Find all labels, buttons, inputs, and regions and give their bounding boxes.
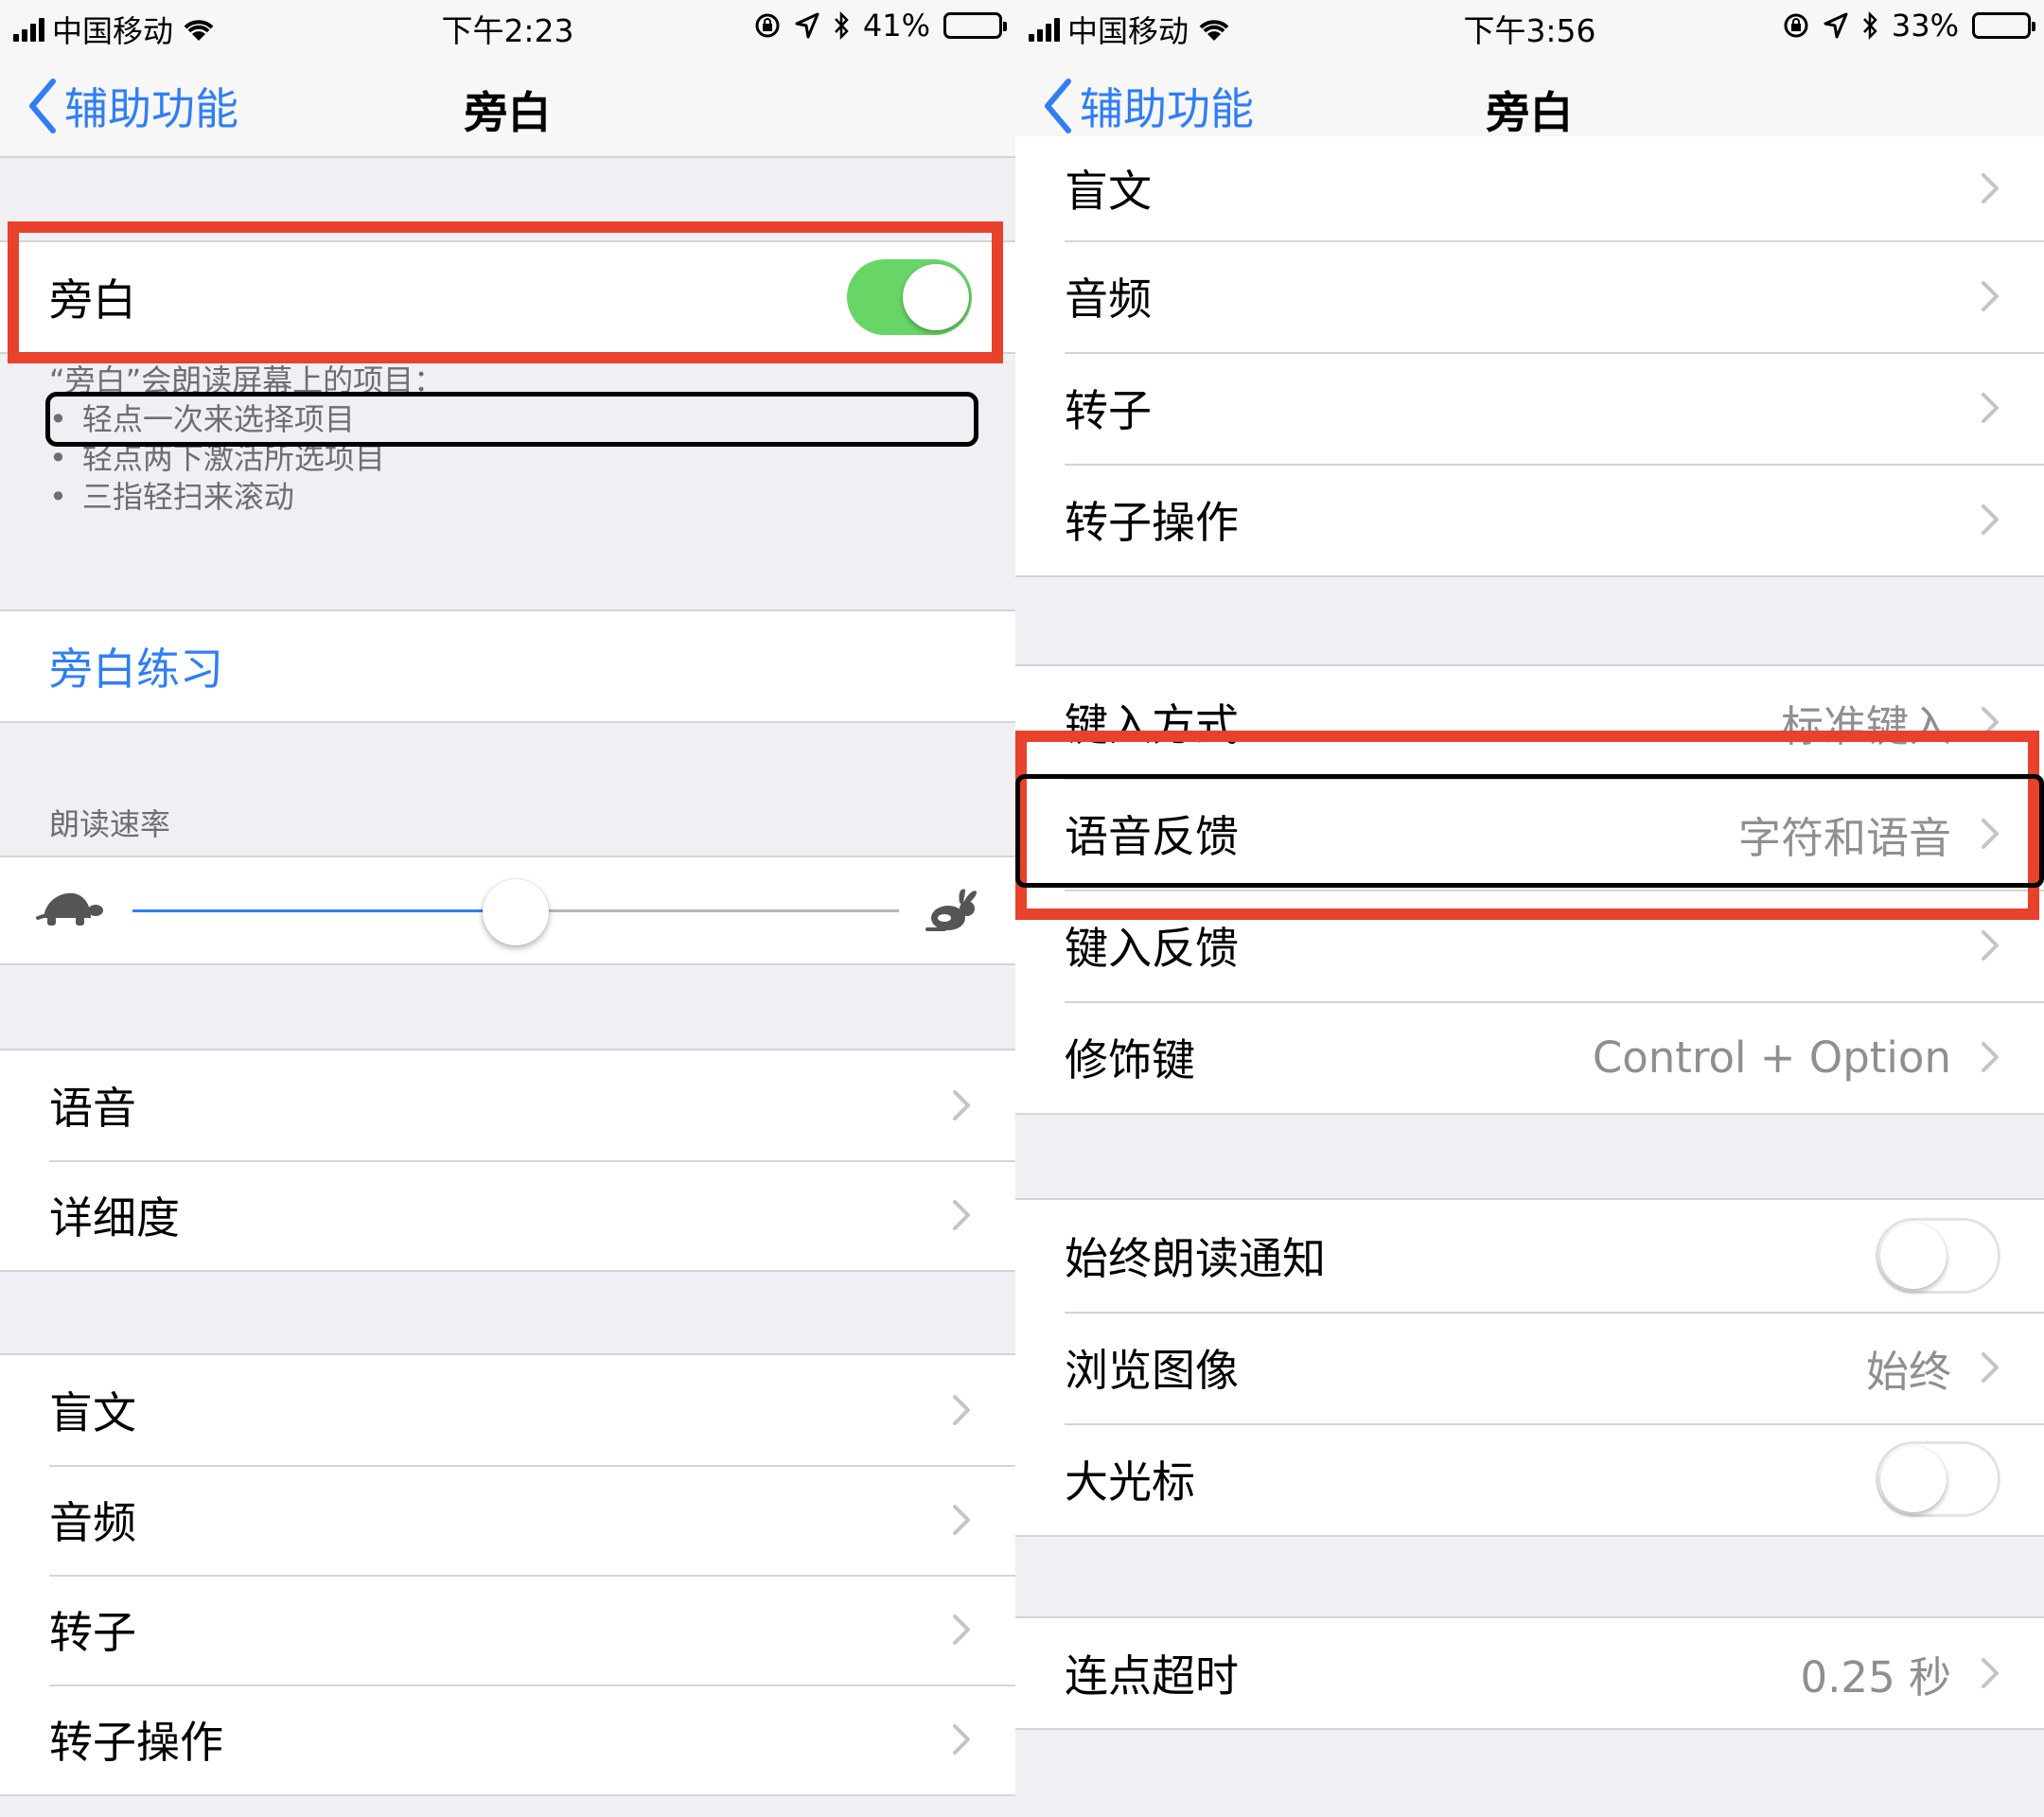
footer-intro: “旁白”会朗读屏幕上的项目： (49, 362, 445, 398)
voiceover-description: “旁白”会朗读屏幕上的项目： 轻点一次来选择项目 轻点两下激活所选项目 三指轻扫… (49, 362, 978, 517)
voiceover-toggle[interactable] (847, 259, 972, 335)
footer-bullet: 轻点两下激活所选项目 (49, 439, 978, 478)
typing-feedback-cell[interactable]: 键入反馈 (1015, 890, 2044, 1001)
notifications-toggle[interactable] (1876, 1218, 2000, 1294)
double-tap-timeout-cell[interactable]: 连点超时 0.25 秒 (1015, 1618, 2044, 1728)
misc-group: 始终朗读通知 浏览图像 始终 大光标 (1015, 1198, 2044, 1537)
chevron-right-icon (953, 1724, 970, 1755)
always-speak-notifications-cell: 始终朗读通知 (1015, 1200, 2044, 1312)
rotor-cell[interactable]: 转子 (1015, 352, 2044, 464)
chevron-right-icon (1982, 281, 1999, 311)
battery-percent: 41% (862, 8, 930, 44)
bluetooth-icon (834, 11, 849, 40)
page-title: 旁白 (464, 87, 552, 138)
battery-percent: 33% (1891, 8, 1959, 44)
practice-group: 旁白练习 (0, 609, 1015, 723)
chevron-right-icon (953, 1614, 970, 1645)
braille-cell[interactable]: 盲文 (1015, 136, 2044, 240)
location-icon (795, 12, 819, 39)
status-bar: 中国移动 下午3:56 33% (1015, 0, 2044, 52)
speaking-rate-header: 朗读速率 (49, 806, 171, 842)
typing-style-cell[interactable]: 键入方式 标准键入 (1015, 666, 2044, 778)
double-tap-group: 连点超时 0.25 秒 (1015, 1616, 2044, 1730)
navigate-images-cell[interactable]: 浏览图像 始终 (1015, 1312, 2044, 1423)
chevron-right-icon (953, 1200, 970, 1230)
chevron-right-icon (953, 1395, 970, 1425)
braille-rotor-group: 盲文 音频 转子 转子操作 (0, 1353, 1015, 1796)
battery-icon (1972, 12, 2035, 39)
chevron-right-icon (1982, 393, 1999, 423)
chevron-right-icon (1982, 707, 1999, 737)
braille-cell[interactable]: 盲文 (0, 1355, 1015, 1465)
slider-track-empty (516, 909, 899, 912)
hare-icon (925, 889, 977, 931)
chevron-right-icon (1982, 819, 1999, 849)
chevron-right-icon (1982, 173, 1999, 203)
chevron-right-icon (953, 1505, 970, 1535)
large-cursor-toggle[interactable] (1876, 1441, 2000, 1517)
chevron-right-icon (1982, 1352, 1999, 1383)
speaking-rate-slider (0, 856, 1015, 965)
verbosity-cell[interactable]: 详细度 (0, 1160, 1015, 1270)
modifier-keys-cell[interactable]: 修饰键 Control + Option (1015, 1001, 2044, 1113)
location-icon (1824, 12, 1848, 39)
status-bar: 中国移动 下午2:23 41% (0, 0, 1015, 52)
voiceover-cell: 旁白 (0, 242, 1015, 352)
turtle-icon (36, 892, 103, 926)
chevron-right-icon (953, 1090, 970, 1120)
voiceover-label: 旁白 (49, 274, 136, 326)
large-cursor-cell: 大光标 (1015, 1423, 2044, 1535)
navigation-bar: 辅助功能 旁白 (0, 52, 1015, 158)
chevron-right-icon (1982, 930, 1999, 961)
orientation-lock-icon (1784, 13, 1808, 38)
slider-thumb[interactable] (483, 879, 549, 945)
slider-track-filled (132, 909, 516, 912)
left-screenshot: 中国移动 下午2:23 41% 辅助功能 旁白 旁白 “旁白”会朗读屏幕上的项目… (0, 0, 1015, 1817)
speech-feedback-cell[interactable]: 语音反馈 字符和语音 (1015, 778, 2044, 890)
page-title: 旁白 (1486, 87, 1574, 138)
rotor-actions-cell[interactable]: 转子操作 (0, 1685, 1015, 1794)
rotor-cell[interactable]: 转子 (0, 1575, 1015, 1685)
typing-group: 键入方式 标准键入 语音反馈 字符和语音 键入反馈 修饰键 Control + … (1015, 664, 2044, 1115)
footer-bullet: 轻点一次来选择项目 (49, 400, 978, 439)
battery-icon (943, 12, 1007, 39)
bluetooth-icon (1862, 11, 1877, 40)
practice-label: 旁白练习 (49, 644, 223, 695)
footer-bullet: 三指轻扫来滚动 (49, 478, 978, 517)
chevron-right-icon (1982, 504, 1999, 535)
speech-cell[interactable]: 语音 (0, 1050, 1015, 1160)
orientation-lock-icon (755, 13, 780, 38)
audio-cell[interactable]: 音频 (1015, 240, 2044, 352)
braille-rotor-group: 盲文 音频 转子 转子操作 (1015, 136, 2044, 577)
speech-verbosity-group: 语音 详细度 (0, 1049, 1015, 1272)
chevron-right-icon (1982, 1042, 1999, 1072)
audio-cell[interactable]: 音频 (0, 1465, 1015, 1575)
voiceover-group: 旁白 (0, 240, 1015, 354)
chevron-right-icon (1982, 1658, 1999, 1688)
voiceover-practice-cell[interactable]: 旁白练习 (0, 611, 1015, 721)
right-screenshot: 中国移动 下午3:56 33% 辅助功能 旁白 盲文 音频 转子 转子操作 键入… (1015, 0, 2044, 1817)
rotor-actions-cell[interactable]: 转子操作 (1015, 464, 2044, 575)
